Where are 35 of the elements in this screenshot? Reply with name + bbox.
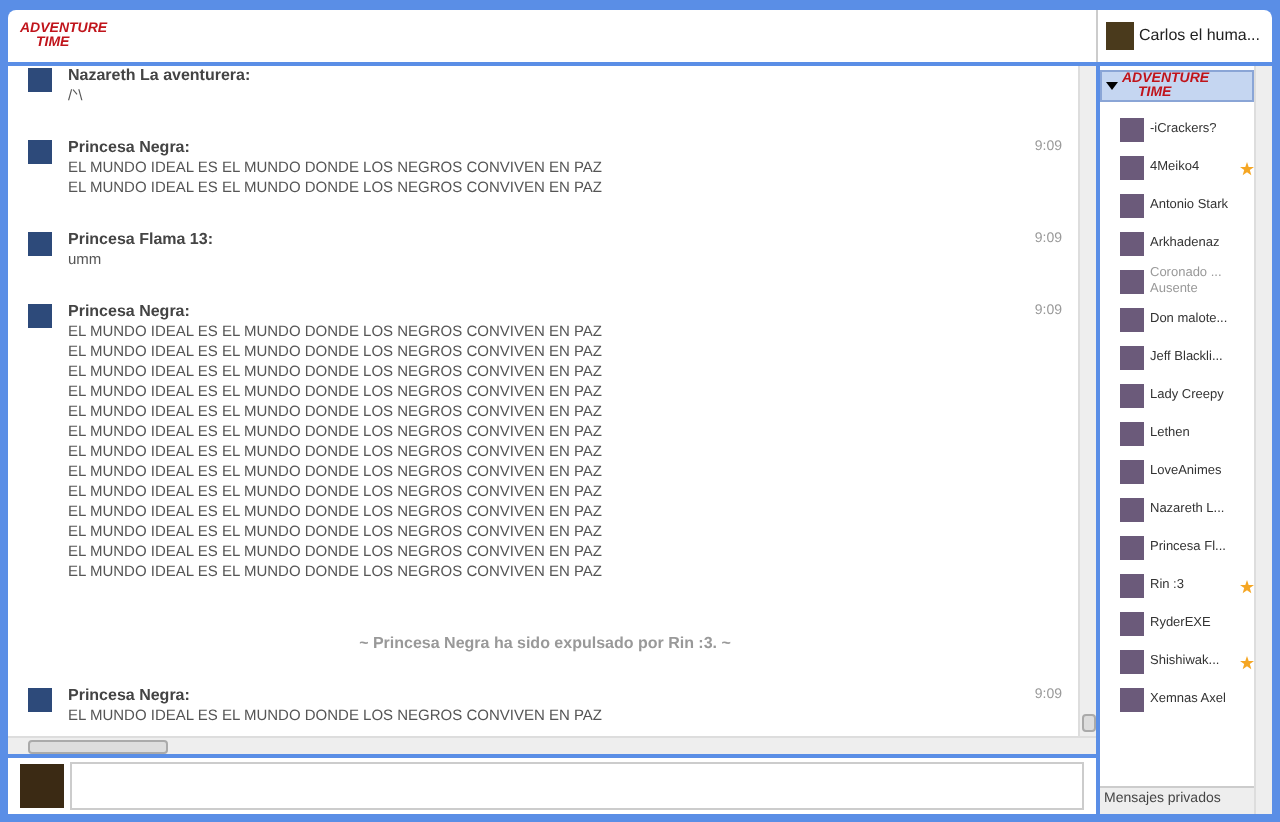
user-avatar (1120, 650, 1144, 674)
author-name: Princesa Negra: (68, 686, 190, 706)
user-avatar (1120, 688, 1144, 712)
user-avatar (1120, 460, 1144, 484)
user-avatar (1120, 384, 1144, 408)
author-name: Princesa Negra: (68, 138, 190, 158)
user-avatar (1120, 346, 1144, 370)
user-avatar (1120, 270, 1144, 294)
user-avatar (1120, 498, 1144, 522)
user-avatar (1120, 156, 1144, 180)
user-avatar (1120, 422, 1144, 446)
author-avatar (28, 232, 52, 256)
vertical-scrollbar[interactable] (1078, 66, 1096, 736)
user-avatar (1120, 308, 1144, 332)
author-name: Nazareth La aventurera: (68, 66, 251, 86)
message-input[interactable] (70, 762, 1084, 810)
user-avatar (1120, 118, 1144, 142)
author-name: Princesa Negra: (68, 302, 190, 322)
user-list-scrollbar[interactable] (1254, 66, 1272, 814)
horizontal-scrollbar[interactable] (8, 736, 1096, 754)
my-avatar (20, 764, 64, 808)
author-name: Princesa Flama 13: (68, 230, 213, 250)
user-avatar (1105, 22, 1134, 50)
username[interactable]: Carlos el huma... (1139, 24, 1260, 48)
author-avatar (28, 68, 52, 92)
user-avatar (1120, 612, 1144, 636)
author-avatar (28, 140, 52, 164)
user-avatar (1120, 194, 1144, 218)
user-avatar (1120, 574, 1144, 598)
user-avatar (1120, 536, 1144, 560)
author-avatar (28, 304, 52, 328)
author-avatar (28, 688, 52, 712)
system-notice: ~ Princesa Negra ha sido expulsado por Rin :3. ~ (357, 632, 733, 656)
dropdown-icon (1106, 82, 1118, 90)
user-avatar (1120, 232, 1144, 256)
